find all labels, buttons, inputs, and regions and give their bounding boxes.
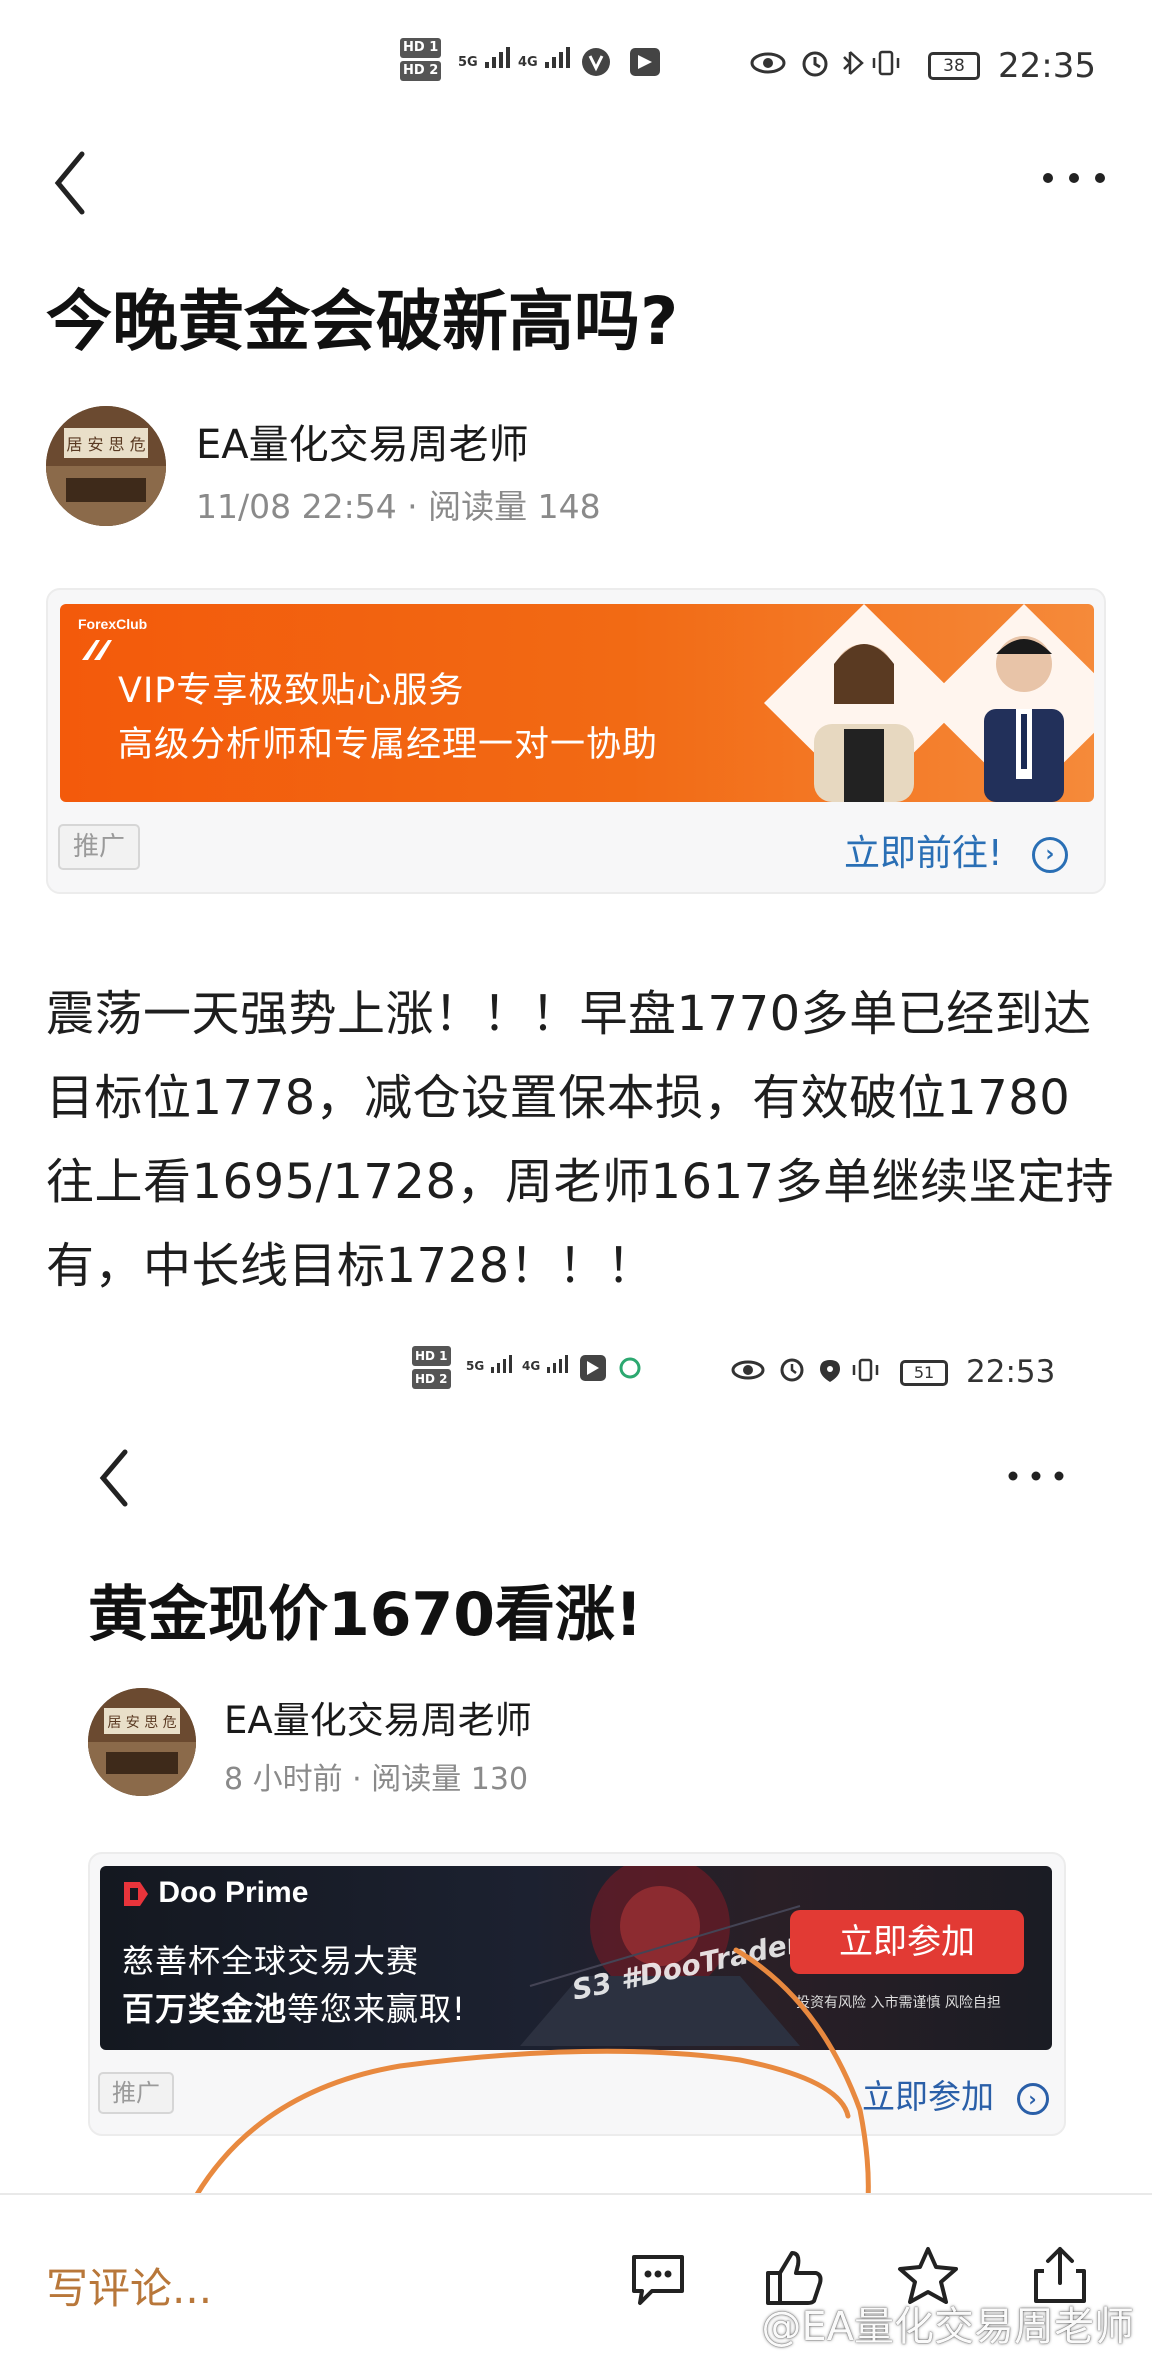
ad-people-image	[764, 604, 1094, 802]
chevron-right-circle-icon: ›	[1031, 837, 1068, 873]
app-notification-icons	[580, 46, 670, 82]
hd-indicator-2: HD 1 HD 2	[412, 1346, 451, 1389]
article-body: 震荡一天强势上涨！！！早盘1770多单已经到达目标位1778，减仓设置保本损，有…	[46, 986, 1115, 1294]
chevron-right-circle-icon-2: ›	[1016, 2082, 1049, 2115]
article-title: 今晚黄金会破新高吗?	[46, 283, 679, 360]
signal-5g-icon-2: 5G	[466, 1352, 515, 1374]
ad-line-1-2: 慈善杯全球交易大赛	[122, 1942, 420, 1980]
ad-disclaimer: 投资有风险 入市需谨慎 风险自担	[796, 1995, 1001, 2011]
more-dots-icon	[1043, 173, 1105, 183]
signal-4g-icon-2: 4G	[522, 1352, 571, 1374]
clock-2: 22:53	[966, 1354, 1056, 1390]
status-bar-2: HD 1 HD 2 5G 4G 51 22:53	[0, 1300, 1152, 1420]
ad-line-2-2: 百万奖金池等您来赢取!	[122, 1990, 466, 2028]
comment-input[interactable]: 写评论...	[46, 2255, 212, 2316]
app-notification-icons-2	[578, 1354, 648, 1386]
comment-icon[interactable]	[628, 2251, 688, 2307]
ad-banner-2[interactable]: Doo Prime 慈善杯全球交易大赛 百万奖金池等您来赢取! S3 #DooT…	[100, 1866, 1052, 2050]
back-button-2[interactable]	[96, 1446, 132, 1514]
ad-card-2[interactable]: Doo Prime 慈善杯全球交易大赛 百万奖金池等您来赢取! S3 #DooT…	[88, 1852, 1066, 2136]
more-dots-icon-2	[1008, 1471, 1064, 1481]
clock: 22:35	[998, 46, 1096, 86]
svg-text:居 安 思 危: 居 安 思 危	[66, 435, 145, 454]
ad-line-2: 高级分析师和专属经理一对一协助	[118, 725, 659, 765]
post-meta-2: 8 小时前 · 阅读量 130	[224, 1762, 529, 1797]
signal-5g-icon: 5G	[458, 44, 513, 70]
weibo-watermark: @EA量化交易周老师	[761, 2304, 1134, 2350]
more-options-button[interactable]	[1040, 170, 1110, 190]
forexclub-logo-icon	[82, 640, 112, 660]
svg-text:居 安 思 危: 居 安 思 危	[107, 1715, 176, 1731]
more-options-button-2[interactable]	[1006, 1468, 1066, 1487]
ad-cta-link[interactable]: 立即前往! ›	[844, 824, 1068, 876]
ad-banner[interactable]: ForexClub VIP专享极致贴心服务 高级分析师和专属经理一对一协助	[60, 604, 1094, 802]
battery-indicator-2: 51	[900, 1360, 948, 1386]
doo-prime-logo: Doo Prime	[122, 1876, 308, 1910]
author-name-2[interactable]: EA量化交易周老师	[224, 1690, 532, 1744]
author-avatar[interactable]: 居 安 思 危	[46, 406, 166, 526]
ad-line-1: VIP专享极致贴心服务	[118, 671, 465, 711]
system-status-icons	[750, 48, 930, 82]
ad-cta-link-2[interactable]: 立即参加 ›	[862, 2070, 1049, 2118]
article-title-2: 黄金现价1670看涨!	[88, 1580, 643, 1650]
author-avatar-2[interactable]: 居 安 思 危	[88, 1688, 196, 1796]
forexclub-logo: ForexClub	[78, 616, 148, 632]
ad-tag: 推广	[58, 824, 140, 870]
signal-4g-icon: 4G	[518, 44, 573, 70]
ad-card[interactable]: ForexClub VIP专享极致贴心服务 高级分析师和专属经理一对一协助 推广…	[46, 588, 1106, 894]
doo-prime-logo-icon	[124, 1882, 148, 1907]
status-bar: HD 1 HD 2 5G 4G 38 22:35	[0, 0, 1152, 120]
ad-join-button[interactable]: 立即参加	[790, 1910, 1024, 1974]
back-button[interactable]	[50, 148, 90, 222]
hd-indicator: HD 1 HD 2	[400, 38, 442, 81]
chevron-left-icon	[54, 151, 85, 215]
system-status-icons-2	[730, 1356, 890, 1388]
ad-tag-2: 推广	[98, 2072, 174, 2114]
post-meta: 11/08 22:54 · 阅读量 148	[196, 487, 601, 526]
author-name[interactable]: EA量化交易周老师	[196, 412, 529, 470]
battery-indicator: 38	[928, 52, 980, 80]
chevron-left-icon-2	[99, 1449, 128, 1507]
